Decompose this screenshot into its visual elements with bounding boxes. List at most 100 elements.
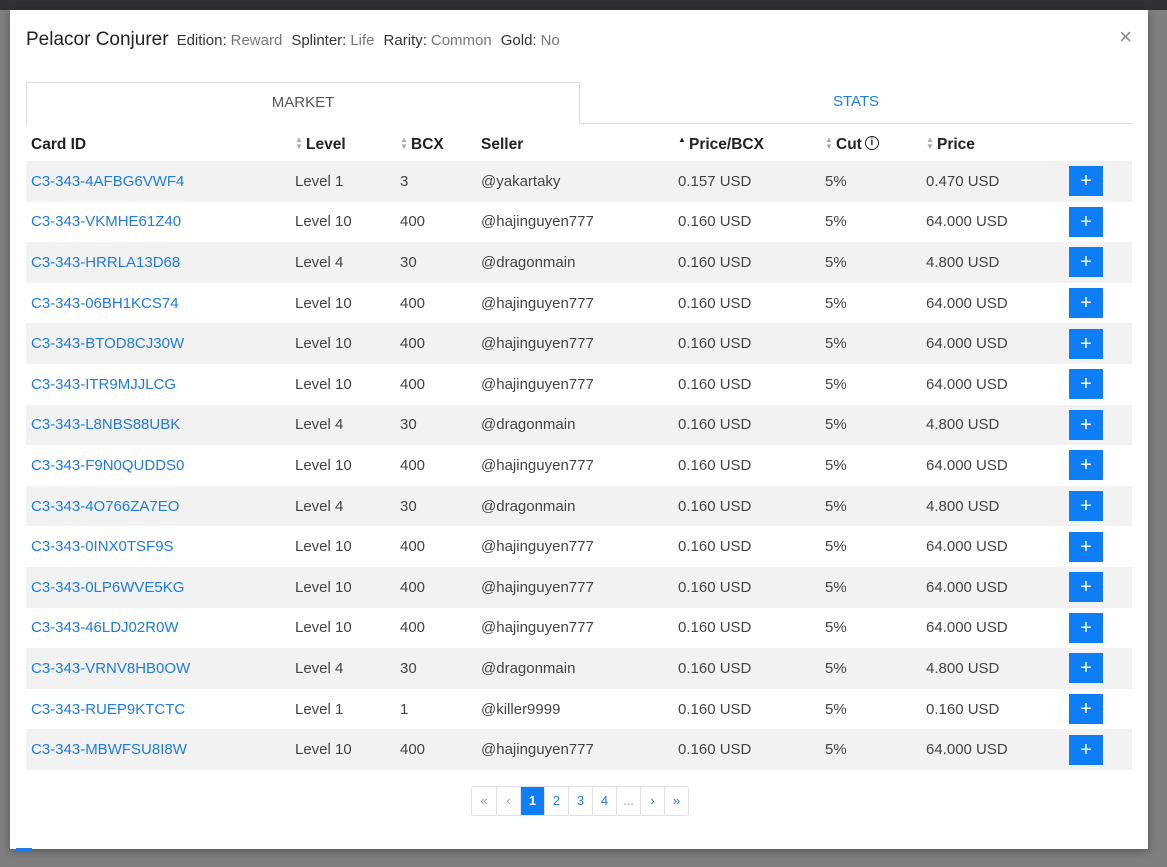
- add-to-cart-button[interactable]: +: [1069, 409, 1103, 440]
- card-id-link[interactable]: C3-343-ITR9MJJLCG: [31, 376, 176, 393]
- level-cell: Level 10: [295, 375, 352, 393]
- add-to-cart-button[interactable]: +: [1069, 572, 1103, 603]
- price-bcx-cell: 0.160 USD: [678, 213, 752, 231]
- add-to-cart-button[interactable]: +: [1069, 166, 1103, 197]
- bcx-cell: 400: [395, 729, 476, 770]
- gold-value: No: [540, 31, 560, 49]
- add-to-cart-button[interactable]: +: [1069, 694, 1103, 725]
- price-bcx-cell: 0.160 USD: [678, 497, 752, 515]
- price-bcx-cell: 0.160 USD: [673, 323, 820, 364]
- price-cell: 64.000 USD: [926, 741, 1008, 759]
- add-to-cart-button[interactable]: +: [1069, 247, 1103, 278]
- card-id-link[interactable]: C3-343-0LP6WVE5KG: [31, 579, 184, 596]
- card-id-link[interactable]: C3-343-46LDJ02R0W: [31, 619, 179, 636]
- col-header-price[interactable]: ▲ ▼ Price: [921, 128, 1064, 161]
- cut-cell: 5%: [825, 456, 847, 474]
- page-button-2[interactable]: 2: [544, 787, 568, 815]
- card-id-link[interactable]: C3-343-4O766ZA7EO: [31, 498, 179, 515]
- card-id-link[interactable]: C3-343-F9N0QUDDS0: [31, 457, 184, 474]
- card-id-link[interactable]: C3-343-4AFBG6VWF4: [31, 173, 184, 190]
- col-header-level[interactable]: ▲ ▼ Level: [290, 128, 395, 161]
- card-id-link[interactable]: C3-343-BTOD8CJ30W: [31, 335, 184, 352]
- price-bcx-cell: 0.160 USD: [673, 526, 820, 567]
- bcx-cell: 400: [400, 619, 426, 637]
- card-id-link[interactable]: C3-343-RUEP9KTCTC: [31, 701, 185, 718]
- level-cell: Level 4: [290, 242, 395, 283]
- add-to-cart-button[interactable]: +: [1069, 328, 1103, 359]
- add-to-cart-button[interactable]: +: [1069, 288, 1103, 319]
- page-button-3[interactable]: 3: [568, 787, 592, 815]
- card-id-link[interactable]: C3-343-HRRLA13D68: [31, 254, 180, 271]
- card-id-cell: C3-343-4O766ZA7EO: [26, 485, 290, 527]
- cut-cell: 5%: [820, 364, 921, 405]
- card-id-link[interactable]: C3-343-MBWFSU8I8W: [31, 741, 187, 758]
- seller-cell: @dragonmain: [481, 659, 576, 677]
- price-bcx-cell: 0.160 USD: [673, 202, 820, 243]
- add-to-cart-button[interactable]: +: [1069, 369, 1103, 400]
- level-cell: Level 10: [295, 578, 352, 596]
- add-to-cart-button[interactable]: +: [1069, 734, 1103, 765]
- price-bcx-cell: 0.157 USD: [678, 172, 752, 190]
- tab-stats[interactable]: STATS: [580, 82, 1132, 123]
- card-id-link[interactable]: C3-343-06BH1KCS74: [31, 295, 179, 312]
- col-header-seller-label: Seller: [481, 135, 524, 153]
- bcx-cell: 400: [395, 202, 476, 243]
- action-cell: +: [1064, 526, 1132, 567]
- page-first-button[interactable]: «: [472, 787, 496, 815]
- col-header-bcx[interactable]: ▲ ▼ BCX: [395, 128, 476, 161]
- price-bcx-cell: 0.160 USD: [678, 253, 752, 271]
- tab-bar: MARKET STATS: [26, 82, 1132, 124]
- col-header-price-label: Price: [937, 135, 975, 153]
- action-cell: +: [1064, 485, 1132, 527]
- card-id-link[interactable]: C3-343-0INX0TSF9S: [31, 538, 174, 555]
- action-cell: +: [1064, 689, 1132, 730]
- card-id-cell: C3-343-HRRLA13D68: [26, 242, 290, 283]
- close-icon[interactable]: ×: [1119, 24, 1132, 50]
- card-name: Pelacor Conjurer: [26, 29, 169, 50]
- bcx-cell: 400: [395, 283, 476, 324]
- add-to-cart-button[interactable]: +: [1069, 612, 1103, 643]
- add-to-cart-button[interactable]: +: [1069, 653, 1103, 684]
- bcx-cell: 400: [400, 213, 426, 231]
- table-row: C3-343-ITR9MJJLCG Level 10 400 @hajinguyen7…: [26, 364, 1132, 405]
- cut-cell: 5%: [820, 608, 921, 649]
- price-bcx-cell: 0.160 USD: [678, 659, 752, 677]
- add-to-cart-button[interactable]: +: [1069, 491, 1103, 522]
- table-row: C3-343-RUEP9KTCTC Level 1 1 @killer9999 0.16…: [26, 689, 1132, 730]
- card-detail-modal: Pelacor Conjurer Edition: Reward Splinte…: [10, 10, 1148, 849]
- col-header-price-bcx[interactable]: ▲▼Price/BCX: [673, 128, 820, 161]
- tab-market[interactable]: MARKET: [26, 82, 580, 124]
- card-id-link[interactable]: C3-343-L8NBS88UBK: [31, 416, 180, 433]
- price-cell: 64.000 USD: [921, 364, 1064, 405]
- seller-cell: @hajinguyen777: [481, 375, 594, 393]
- card-id-cell: C3-343-VKMHE61Z40: [26, 202, 290, 243]
- col-header-cut[interactable]: ▲ ▼ Cut i: [820, 128, 921, 161]
- page-last-button[interactable]: »: [664, 787, 688, 815]
- page-button-1[interactable]: 1: [520, 787, 544, 815]
- action-cell: +: [1064, 404, 1132, 446]
- info-icon[interactable]: i: [864, 136, 879, 151]
- card-id-cell: C3-343-RUEP9KTCTC: [26, 689, 290, 730]
- level-cell: Level 1: [290, 689, 395, 730]
- table-row: C3-343-06BH1KCS74 Level 10 400 @hajinguyen7…: [26, 283, 1132, 324]
- price-cell: 64.000 USD: [921, 566, 1064, 608]
- price-cell: 0.160 USD: [926, 700, 1000, 718]
- action-cell: +: [1064, 283, 1132, 324]
- table-row: C3-343-VRNV8HB0OW Level 4 30 @dragonmain 0.1…: [26, 648, 1132, 689]
- cut-cell: 5%: [825, 578, 847, 596]
- price-bcx-cell: 0.160 USD: [678, 375, 752, 393]
- card-id-link[interactable]: C3-343-VRNV8HB0OW: [31, 660, 190, 677]
- bcx-cell: 400: [395, 566, 476, 608]
- edition-value: Reward: [230, 31, 283, 49]
- price-cell: 64.000 USD: [921, 445, 1064, 486]
- bcx-cell: 400: [400, 294, 426, 312]
- page-button-4[interactable]: 4: [592, 787, 616, 815]
- bcx-cell: 30: [395, 404, 476, 446]
- card-id-link[interactable]: C3-343-VKMHE61Z40: [31, 213, 181, 230]
- page-next-button[interactable]: ›: [640, 787, 664, 815]
- add-to-cart-button[interactable]: +: [1069, 206, 1103, 237]
- page-prev-button[interactable]: ‹: [496, 787, 520, 815]
- add-to-cart-button[interactable]: +: [1069, 531, 1103, 562]
- price-cell: 64.000 USD: [926, 578, 1008, 596]
- add-to-cart-button[interactable]: +: [1069, 450, 1103, 481]
